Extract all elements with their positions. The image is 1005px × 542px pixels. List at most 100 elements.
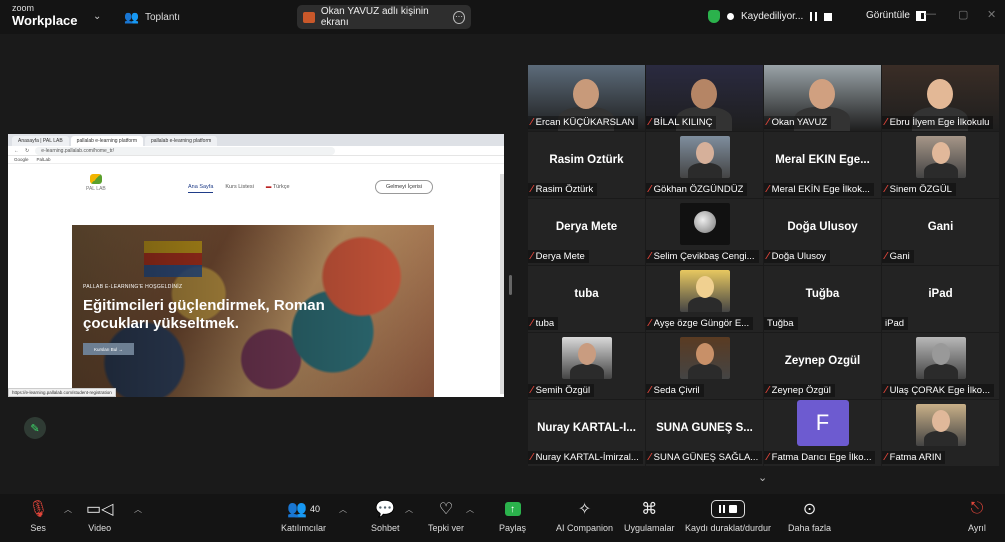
- participant-tile[interactable]: ⁄ Ayşe özge Güngör E...: [646, 266, 763, 332]
- participant-tile[interactable]: Zeynep Özgül ⁄ Zeynep Özgül: [764, 333, 881, 399]
- mic-muted-icon: ⁄: [767, 251, 769, 262]
- participant-display-name: Rasim Öztürk: [549, 154, 624, 166]
- recording-text: Kaydediliyor...: [741, 11, 804, 22]
- participant-name-label: ⁄ Zeynep Özgül: [764, 384, 835, 397]
- recording-indicator[interactable]: Kaydediliyor...: [708, 10, 833, 23]
- participant-tile[interactable]: ⁄ Gökhan ÖZGÜNDÜZ: [646, 132, 763, 198]
- participant-tile[interactable]: iPad iPad: [882, 266, 999, 332]
- site-nav: Ana Sayfa Kurs Listesi ▬ Türkçe: [188, 184, 290, 193]
- browser-tab[interactable]: pallalab e-learning platform: [144, 136, 218, 146]
- participant-tile[interactable]: Rasim Öztürk ⁄ Rasim Öztürk: [528, 132, 645, 198]
- participant-tile[interactable]: ⁄ BİLAL KILINÇ: [646, 65, 763, 131]
- nav-home[interactable]: Ana Sayfa: [188, 184, 214, 193]
- mic-muted-icon: ⁄: [767, 452, 769, 463]
- participant-tile[interactable]: ⁄ Selim Çevikbaş Cengi...: [646, 199, 763, 265]
- participant-tile[interactable]: Derya Mete ⁄ Derya Mete: [528, 199, 645, 265]
- meeting-info[interactable]: 👥 Toplantı: [124, 10, 180, 24]
- chevron-down-icon[interactable]: ⌄: [93, 11, 101, 22]
- minimize-icon[interactable]: —: [925, 8, 936, 20]
- participant-video: [561, 337, 612, 379]
- nav-language[interactable]: ▬ Türkçe: [266, 184, 290, 193]
- mic-muted-icon: ⁄: [531, 452, 533, 463]
- maximize-icon[interactable]: ▢: [958, 8, 968, 21]
- mic-muted-icon: ⁄: [649, 385, 651, 396]
- more-icon[interactable]: ···: [452, 10, 465, 24]
- mic-muted-icon: ⁄: [649, 251, 651, 262]
- participant-video: [679, 203, 730, 245]
- cta-button[interactable]: Gelmeyi İçerisi: [375, 180, 433, 194]
- participant-tile[interactable]: ⁄ Ercan KÜÇÜKARSLAN: [528, 65, 645, 131]
- participant-tile[interactable]: Meral EKİN Ege... ⁄ Meral EKİN Ege İlkok..…: [764, 132, 881, 198]
- leave-button[interactable]: ⎋ Ayrıl: [968, 498, 986, 533]
- annotate-pen-icon[interactable]: ✎: [24, 417, 46, 439]
- mic-muted-icon: ⁄: [531, 385, 533, 396]
- participant-video: [679, 337, 730, 379]
- share-button[interactable]: ↑ Paylaş: [499, 498, 526, 533]
- participant-tile[interactable]: F ⁄ Fatma Darıcı Ege İlko...: [764, 400, 881, 466]
- participant-tile[interactable]: Nuray KARTAL-İ... ⁄ Nuray KARTAL-İmirzal..…: [528, 400, 645, 466]
- browser-tab[interactable]: Anasayfa | PAL LAB: [12, 136, 69, 146]
- participant-name: Ercan KÜÇÜKARSLAN: [535, 117, 635, 128]
- site-logo[interactable]: PAL LAB: [86, 174, 106, 192]
- apps-icon: ⌘: [641, 501, 658, 518]
- participant-video: [679, 270, 730, 312]
- shield-icon[interactable]: [708, 10, 720, 23]
- chevron-up-icon[interactable]: ︿: [405, 504, 413, 515]
- participant-tile[interactable]: tuba ⁄ tuba: [528, 266, 645, 332]
- url-field[interactable]: e-learning.pallalab.com/home_tr/: [35, 146, 336, 155]
- hero-title: Eğitimcileri güçlendirmek, Roman çocukla…: [83, 297, 325, 332]
- participant-gallery: ⁄ Ercan KÜÇÜKARSLAN ⁄ BİLAL KILINÇ ⁄ Okan YAV…: [528, 65, 1000, 466]
- apps-button[interactable]: ⌘ Uygulamalar: [624, 498, 675, 533]
- participant-tile[interactable]: SUNA GÜNEŞ S... ⁄ SUNA GÜNEŞ SAĞLA...: [646, 400, 763, 466]
- split-handle[interactable]: [509, 275, 512, 295]
- bookmarks-bar: Google PalLab: [8, 156, 504, 164]
- bookmark[interactable]: Google: [14, 157, 29, 162]
- chat-button[interactable]: 💬 Sohbet: [371, 498, 400, 533]
- pause-icon[interactable]: [810, 12, 818, 21]
- participant-name-label: ⁄ Fatma Darıcı Ege İlko...: [764, 451, 876, 464]
- participant-tile[interactable]: ⁄ Seda Çivril: [646, 333, 763, 399]
- participant-tile[interactable]: ⁄ Ebru İlyem Ege İlkokulu: [882, 65, 999, 131]
- mute-button[interactable]: 🎙 Ses: [28, 498, 48, 533]
- participant-tile[interactable]: Tuğba Tuğba: [764, 266, 881, 332]
- chevron-up-icon[interactable]: ︿: [466, 504, 474, 515]
- participant-tile[interactable]: ⁄ Okan YAVUZ: [764, 65, 881, 131]
- record-control-button[interactable]: Kaydı duraklat/durdur: [685, 498, 771, 533]
- find-courses-button[interactable]: Kursları Bul →: [83, 343, 134, 355]
- browser-scrollbar[interactable]: [500, 174, 504, 394]
- participant-name-label: ⁄ Derya Mete: [528, 250, 589, 263]
- close-icon[interactable]: ✕: [987, 8, 996, 21]
- chevron-up-icon[interactable]: ︿: [134, 504, 142, 515]
- mic-muted-icon: ⁄: [885, 251, 887, 262]
- participant-tile[interactable]: Gani ⁄ Gani: [882, 199, 999, 265]
- reload-icon[interactable]: ↻: [25, 148, 29, 154]
- share-banner[interactable]: Okan YAVUZ adlı kişinin ekranı ···: [297, 5, 471, 29]
- chevron-up-icon[interactable]: ︿: [339, 504, 347, 515]
- gallery-next-chevron-icon[interactable]: ⌄: [758, 471, 767, 484]
- more-button[interactable]: ⊙ Daha fazla: [788, 498, 831, 533]
- video-button[interactable]: ▭◁ Video: [86, 498, 113, 533]
- participant-tile[interactable]: ⁄ Sinem ÖZGÜL: [882, 132, 999, 198]
- shared-screen[interactable]: Anasayfa | PAL LAB pallalab e-learning p…: [8, 134, 504, 397]
- mic-muted-icon: ⁄: [531, 318, 533, 329]
- mic-muted-icon: ⁄: [885, 117, 887, 128]
- chevron-up-icon[interactable]: ︿: [64, 504, 72, 515]
- participant-tile[interactable]: ⁄ Fatma ARIN: [882, 400, 999, 466]
- nav-courses[interactable]: Kurs Listesi: [225, 184, 253, 193]
- video-camera-icon: ▭◁: [86, 501, 114, 518]
- browser-tab[interactable]: pallalab e-learning platform: [70, 136, 143, 146]
- react-button[interactable]: ♡ Tepki ver: [428, 498, 464, 533]
- participants-button[interactable]: 👥 40 Katılımcılar: [281, 498, 326, 533]
- mic-muted-icon: ⁄: [649, 452, 651, 463]
- participant-name-label: ⁄ Ayşe özge Güngör E...: [646, 317, 754, 330]
- participant-name-label: ⁄ Selim Çevikbaş Cengi...: [646, 250, 759, 263]
- participant-tile[interactable]: ⁄ Ulaş ÇORAK Ege İlko...: [882, 333, 999, 399]
- participant-tile[interactable]: Doğa Ulusoy ⁄ Doğa Ulusoy: [764, 199, 881, 265]
- stop-icon[interactable]: [824, 12, 833, 21]
- participant-name: SUNA GÜNEŞ SAĞLA...: [653, 452, 759, 463]
- back-icon[interactable]: ←: [14, 148, 19, 154]
- participant-tile[interactable]: ⁄ Semih Özgül: [528, 333, 645, 399]
- ai-companion-button[interactable]: ✧ AI Companion: [556, 498, 613, 533]
- view-button[interactable]: Görüntüle: [866, 10, 926, 21]
- bookmark[interactable]: PalLab: [37, 157, 51, 162]
